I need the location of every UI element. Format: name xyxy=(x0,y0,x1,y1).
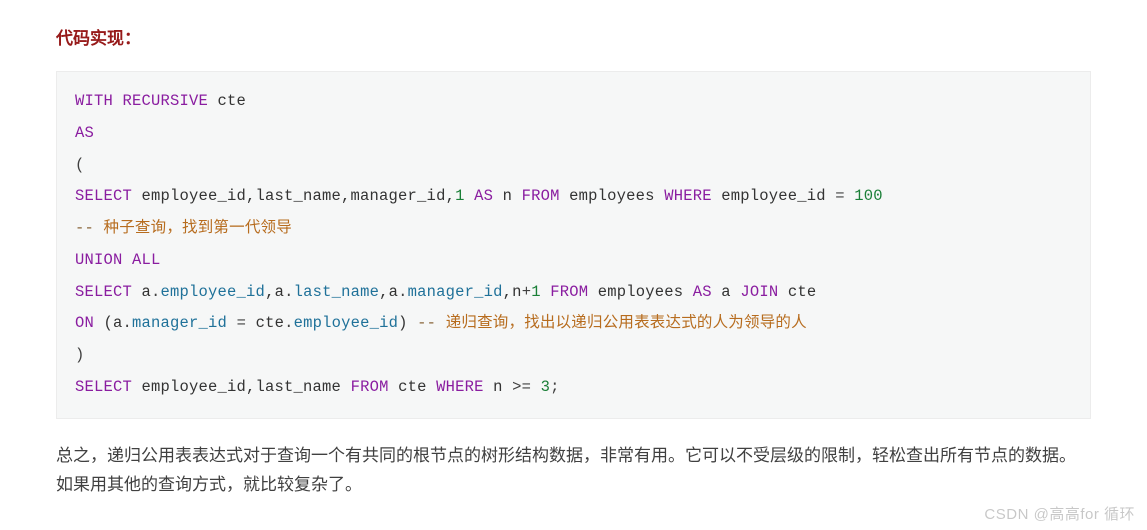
keyword-from2: FROM xyxy=(550,283,588,301)
dot4: . xyxy=(123,314,133,332)
keyword-select3: SELECT xyxy=(75,378,132,396)
c2: ,a xyxy=(379,283,398,301)
alias-a: a xyxy=(712,283,741,301)
keyword-as2: AS xyxy=(474,187,493,205)
comment-dash2: -- xyxy=(417,314,436,332)
one2: 1 xyxy=(531,283,541,301)
keyword-from3: FROM xyxy=(351,378,389,396)
f2: last_name xyxy=(294,283,380,301)
cols3: employee_id,last_name xyxy=(132,378,351,396)
a1: a xyxy=(132,283,151,301)
keyword-where: WHERE xyxy=(664,187,712,205)
close: ) xyxy=(398,314,417,332)
f3: manager_id xyxy=(408,283,503,301)
keyword-select2: SELECT xyxy=(75,283,132,301)
f4: manager_id xyxy=(132,314,227,332)
num3: 3 xyxy=(541,378,551,396)
cond: employee_id xyxy=(712,187,836,205)
table: employees xyxy=(560,187,665,205)
comment2: 递归查询，找出以递归公用表表达式的人为领导的人 xyxy=(436,314,807,332)
f1: employee_id xyxy=(161,283,266,301)
op-eq: = xyxy=(835,187,845,205)
sp1 xyxy=(227,314,237,332)
comment: 种子查询，找到第一代领导 xyxy=(94,219,292,237)
summary-paragraph: 总之，递归公用表表达式对于查询一个有共同的根节点的树形结构数据，非常有用。它可以… xyxy=(56,441,1091,501)
keyword-join: JOIN xyxy=(740,283,778,301)
c1: ,a xyxy=(265,283,284,301)
dot2: . xyxy=(284,283,294,301)
comment-dash: -- xyxy=(75,219,94,237)
keyword-with: WITH xyxy=(75,92,113,110)
code-block: WITH RECURSIVE cte AS ( SELECT employee_… xyxy=(56,71,1091,419)
paren-open: ( xyxy=(75,156,85,174)
cte3: cte xyxy=(389,378,437,396)
dot3: . xyxy=(398,283,408,301)
eq2: = xyxy=(237,314,247,332)
keyword-from: FROM xyxy=(522,187,560,205)
dot5: . xyxy=(284,314,294,332)
sp2: cte xyxy=(246,314,284,332)
cte2: cte xyxy=(778,283,816,301)
watermark: CSDN @高高for 循环 xyxy=(984,503,1135,524)
paren-close: ) xyxy=(75,346,85,364)
dot1: . xyxy=(151,283,161,301)
plus: + xyxy=(522,283,532,301)
semi: ; xyxy=(550,378,560,396)
gte: >= xyxy=(512,378,531,396)
ident-cte: cte xyxy=(208,92,246,110)
f5: employee_id xyxy=(294,314,399,332)
keyword-select: SELECT xyxy=(75,187,132,205)
n: n xyxy=(484,378,513,396)
c3: ,n xyxy=(503,283,522,301)
literal-100: 100 xyxy=(845,187,883,205)
keyword-all: ALL xyxy=(123,251,161,269)
alias-n: n xyxy=(493,187,522,205)
open: (a xyxy=(94,314,123,332)
keyword-as: AS xyxy=(75,124,94,142)
literal-1: 1 xyxy=(455,187,465,205)
tbl2: employees xyxy=(588,283,693,301)
sp xyxy=(541,283,551,301)
sp3 xyxy=(531,378,541,396)
columns: employee_id,last_name,manager_id, xyxy=(132,187,455,205)
keyword-where2: WHERE xyxy=(436,378,484,396)
keyword-union: UNION xyxy=(75,251,123,269)
keyword-on: ON xyxy=(75,314,94,332)
section-heading: 代码实现： xyxy=(56,24,1091,49)
keyword-recursive: RECURSIVE xyxy=(123,92,209,110)
keyword-as3: AS xyxy=(693,283,712,301)
